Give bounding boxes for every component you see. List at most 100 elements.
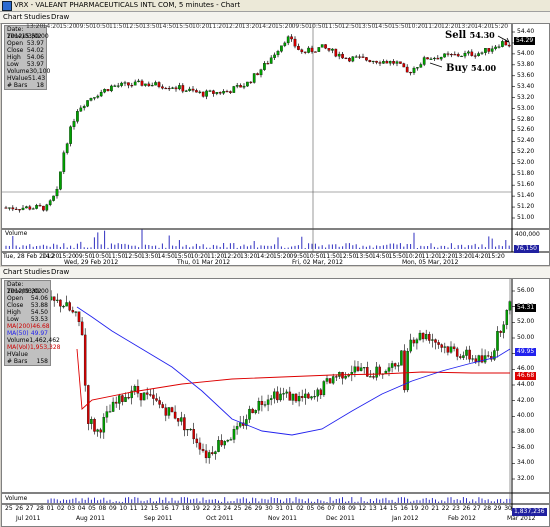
bottom-menu-chart[interactable]: Chart [3, 267, 22, 278]
top-upper-time-tick: 11:20 [424, 23, 442, 30]
bottom-date-tick: 30 [265, 505, 273, 512]
top-info-key: Time [7, 33, 22, 40]
bottom-info-key: Low [7, 316, 19, 323]
bottom-candle-body [353, 366, 357, 373]
top-info-row: Volume 30,100 [5, 68, 50, 75]
top-menu-chart[interactable]: Chart [3, 12, 22, 23]
top-price-tick-label: 51.40 [517, 192, 535, 200]
top-candle-body [45, 204, 49, 211]
bottom-date-tick: 18 [181, 505, 190, 512]
top-upper-time-tick: 15:20 [275, 23, 293, 30]
top-candle-body [161, 86, 164, 89]
top-menu-studies[interactable]: Studies [24, 12, 50, 23]
bottom-candle-body [102, 417, 106, 433]
top-candle-body [371, 60, 375, 63]
top-candle-body [178, 85, 181, 90]
top-candle-body [419, 64, 423, 68]
bottom-volume-label: Volume [5, 495, 28, 502]
top-candle-body [242, 85, 246, 88]
top-candle-body [69, 126, 72, 144]
bottom-date-tick: 19 [192, 505, 200, 512]
bottom-menu-studies[interactable]: Studies [24, 267, 50, 278]
top-candle-body [507, 44, 511, 47]
top-time-tick-label: 14:20 [471, 253, 489, 260]
bottom-candle-body [170, 407, 174, 413]
top-candle-body [184, 90, 188, 92]
bottom-date-tick: 25 [233, 505, 242, 512]
bottom-candle-body [118, 395, 121, 404]
bottom-date-tick: 08 [98, 505, 107, 512]
top-candle-body [494, 46, 497, 49]
top-candle-body [344, 57, 348, 59]
top-chart-panel[interactable]: Date: 2012/03/02 Time 15:50:00 Open 53.97 Cl… [1, 23, 550, 266]
top-volume-tick: 400,000 [515, 231, 540, 238]
bottom-last-price-tag: 54.31 [515, 304, 537, 312]
bottom-date-tick: 05 [88, 505, 96, 512]
top-candle-body [331, 48, 334, 51]
bottom-candle-body [145, 392, 149, 395]
bottom-candle-body [201, 449, 205, 451]
top-menu-draw[interactable]: Draw [51, 12, 69, 23]
bottom-info-row: MA(50) 49.97 [5, 330, 50, 337]
bottom-candle-body [83, 334, 87, 386]
top-candle-body [382, 61, 385, 64]
bottom-info-key: Volume [7, 337, 30, 344]
bottom-candle-body [279, 393, 282, 401]
bottom-candle-body [161, 404, 164, 408]
bottom-candle-body [71, 310, 75, 313]
top-candle-body [154, 82, 157, 86]
bottom-candle-body [180, 417, 183, 422]
top-info-key: # Bars [7, 82, 28, 89]
top-upper-time-tick: 12:20 [225, 23, 243, 30]
top-price-tick-label: 53.00 [517, 104, 535, 112]
bottom-candle-body [325, 378, 329, 382]
bottom-candle-body [288, 391, 292, 401]
top-info-value: 54.02 [26, 47, 44, 54]
bottom-candle-body [282, 393, 285, 395]
bottom-date-tick: 02 [57, 505, 65, 512]
top-candle-body [375, 60, 378, 63]
top-candle-body [436, 57, 440, 60]
top-candle-body [303, 51, 307, 53]
bottom-date-tick: 29 [493, 505, 502, 512]
bottom-candle-body [437, 342, 440, 345]
top-price-tick-label: 51.80 [517, 170, 535, 178]
bottom-info-value: 53.88 [30, 302, 48, 309]
top-candle-body [297, 45, 300, 50]
bottom-info-row: # Bars 158 [5, 358, 50, 365]
bottom-date-tick: 16 [400, 505, 408, 512]
top-candle-body [99, 91, 103, 97]
top-candle-body [93, 97, 96, 99]
top-candle-body [76, 111, 79, 122]
top-candle-body [198, 91, 202, 93]
top-candle-body [82, 106, 86, 109]
top-candle-body [463, 52, 467, 57]
top-candle-body [307, 47, 310, 53]
top-day-label: Mon, 05 Mar, 2012 [402, 259, 459, 266]
top-candle-body [327, 48, 331, 51]
top-candle-body [225, 91, 229, 93]
top-info-row: Time 15:50:00 [5, 33, 49, 40]
top-candle-body [259, 69, 263, 76]
top-candle-body [174, 87, 178, 90]
top-time-tick-label: 14:20 [256, 253, 274, 260]
top-candle-body [127, 82, 130, 86]
top-candle-body [351, 56, 355, 62]
top-candle-body [348, 57, 351, 62]
bottom-info-row: Low 53.53 [5, 316, 50, 323]
top-candle-body [266, 63, 270, 65]
top-upper-time-tick: 12:50 [125, 23, 143, 30]
top-candle-body [490, 48, 494, 52]
top-info-row: HValue 51.43 [5, 75, 46, 82]
bottom-chart-panel[interactable]: Date: 2012/03/02 Time 09:30:00 Open 54.06 Cl… [1, 278, 550, 527]
bottom-menu-draw[interactable]: Draw [51, 267, 69, 278]
top-candle-body [4, 207, 8, 209]
bottom-candle-body [390, 363, 394, 368]
bottom-price-tick-label: 56.00 [517, 287, 535, 294]
bottom-date-tick: 12 [358, 505, 367, 512]
bottom-info-key: MA(50) [7, 330, 29, 337]
top-candle-body [290, 36, 293, 40]
bottom-info-key: High [7, 309, 21, 316]
top-candle-body [86, 100, 89, 107]
bottom-date-tick: 26 [462, 505, 471, 512]
